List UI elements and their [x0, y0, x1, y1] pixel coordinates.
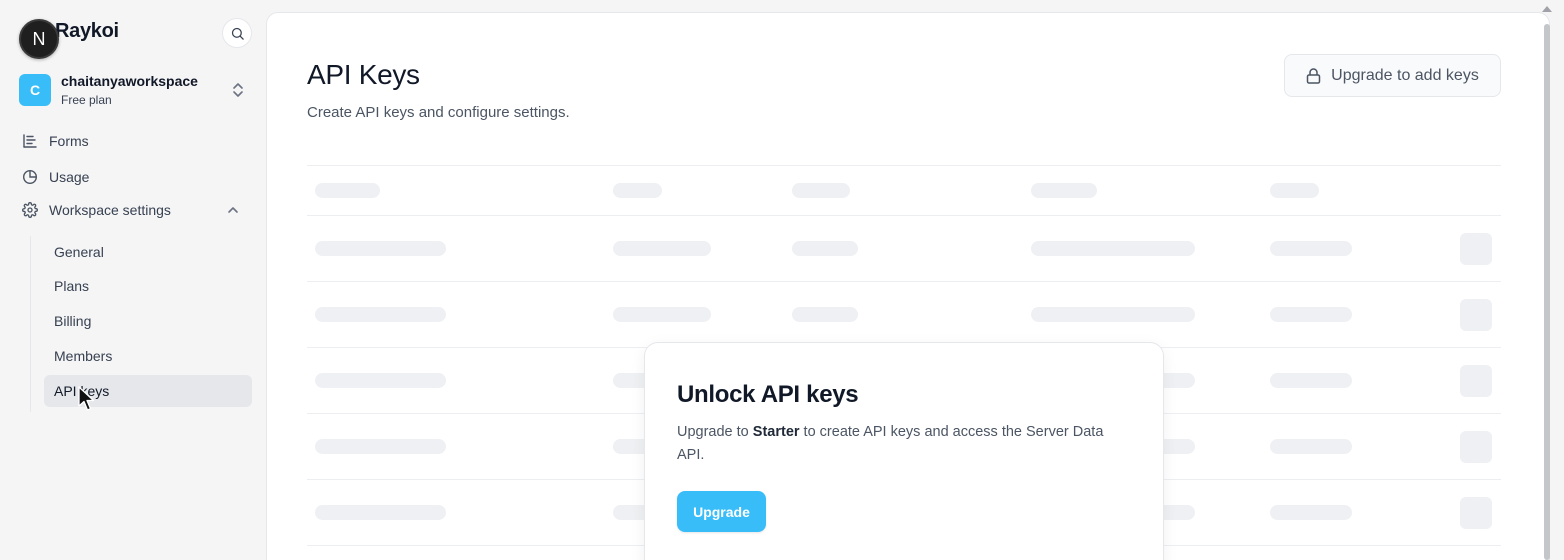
- skeleton-bar: [613, 241, 711, 256]
- sidebar-item-members[interactable]: Members: [44, 340, 252, 372]
- skeleton-action: [1460, 299, 1492, 331]
- scrollbar-thumb[interactable]: [1544, 24, 1550, 560]
- sidebar-item-plans[interactable]: Plans: [44, 270, 252, 302]
- page-title: API Keys: [307, 59, 420, 90]
- skeleton-bar: [1270, 505, 1352, 520]
- skeleton-action: [1460, 365, 1492, 397]
- workspace-avatar: C: [19, 74, 51, 106]
- sidebar-item-billing[interactable]: Billing: [44, 305, 252, 337]
- sidebar-item-label: Forms: [49, 133, 89, 149]
- table-row-skeleton: [307, 215, 1501, 281]
- skeleton-bar: [792, 183, 850, 198]
- forms-icon: [23, 134, 37, 148]
- skeleton-bar: [1270, 373, 1352, 388]
- dialog-description: Upgrade to Starter to create API keys an…: [677, 421, 1127, 467]
- skeleton-bar: [315, 373, 446, 388]
- table-header-skeleton: [307, 165, 1501, 215]
- sidebar-item-forms[interactable]: Forms: [22, 129, 89, 153]
- usage-icon: [22, 169, 38, 185]
- cursor-icon: [78, 386, 95, 411]
- upgrade-to-add-keys-label: Upgrade to add keys: [1331, 66, 1479, 84]
- unlock-api-keys-dialog: Unlock API keys Upgrade to Starter to cr…: [644, 342, 1164, 560]
- skeleton-bar: [1270, 183, 1319, 198]
- scroll-up-arrow[interactable]: [1542, 6, 1552, 12]
- skeleton-bar: [315, 241, 446, 256]
- sidebar-item-label: Usage: [49, 169, 90, 185]
- sidebar-item-general[interactable]: General: [44, 236, 252, 268]
- brand-mark[interactable]: N: [19, 19, 59, 59]
- sidebar: N Raykoi C chaitanyaworkspace Free plan …: [0, 0, 266, 560]
- skeleton-bar: [792, 241, 858, 256]
- skeleton-bar: [1031, 241, 1195, 256]
- workspace-switcher[interactable]: C chaitanyaworkspace Free plan: [19, 72, 253, 108]
- skeleton-bar: [613, 183, 662, 198]
- submenu-divider: [30, 236, 31, 412]
- skeleton-bar: [1031, 183, 1097, 198]
- upgrade-button[interactable]: Upgrade: [677, 491, 766, 532]
- dialog-text-prefix: Upgrade to: [677, 424, 753, 440]
- sidebar-item-usage[interactable]: Usage: [22, 165, 89, 189]
- table-row-skeleton: [307, 281, 1501, 347]
- lock-icon: [1306, 67, 1321, 84]
- chevron-updown-icon: [233, 83, 243, 97]
- skeleton-bar: [315, 505, 446, 520]
- skeleton-bar: [1031, 307, 1195, 322]
- skeleton-action: [1460, 497, 1492, 529]
- workspace-name: chaitanyaworkspace: [61, 73, 198, 89]
- skeleton-bar: [315, 307, 446, 322]
- skeleton-action: [1460, 431, 1492, 463]
- search-icon: [231, 27, 244, 40]
- search-button[interactable]: [222, 18, 252, 48]
- skeleton-bar: [613, 307, 711, 322]
- skeleton-bar: [315, 439, 446, 454]
- chevron-up-icon[interactable]: [226, 204, 240, 216]
- skeleton-bar: [1270, 241, 1352, 256]
- skeleton-bar: [315, 183, 380, 198]
- skeleton-bar: [1270, 439, 1352, 454]
- skeleton-bar: [792, 307, 858, 322]
- workspace-plan: Free plan: [61, 93, 112, 107]
- sidebar-item-workspace-settings[interactable]: Workspace settings: [22, 198, 171, 222]
- dialog-plan-name: Starter: [752, 424, 800, 440]
- sidebar-item-label: Workspace settings: [49, 202, 171, 218]
- brand-mark-letter: N: [32, 28, 46, 49]
- brand-name[interactable]: Raykoi: [55, 20, 119, 43]
- gear-icon: [22, 202, 38, 218]
- skeleton-action: [1460, 233, 1492, 265]
- dialog-title: Unlock API keys: [677, 381, 859, 408]
- skeleton-bar: [1270, 307, 1352, 322]
- sidebar-item-api-keys[interactable]: API keys: [44, 375, 252, 407]
- upgrade-to-add-keys-button[interactable]: Upgrade to add keys: [1284, 54, 1501, 97]
- page-subtitle: Create API keys and configure settings.: [307, 104, 570, 121]
